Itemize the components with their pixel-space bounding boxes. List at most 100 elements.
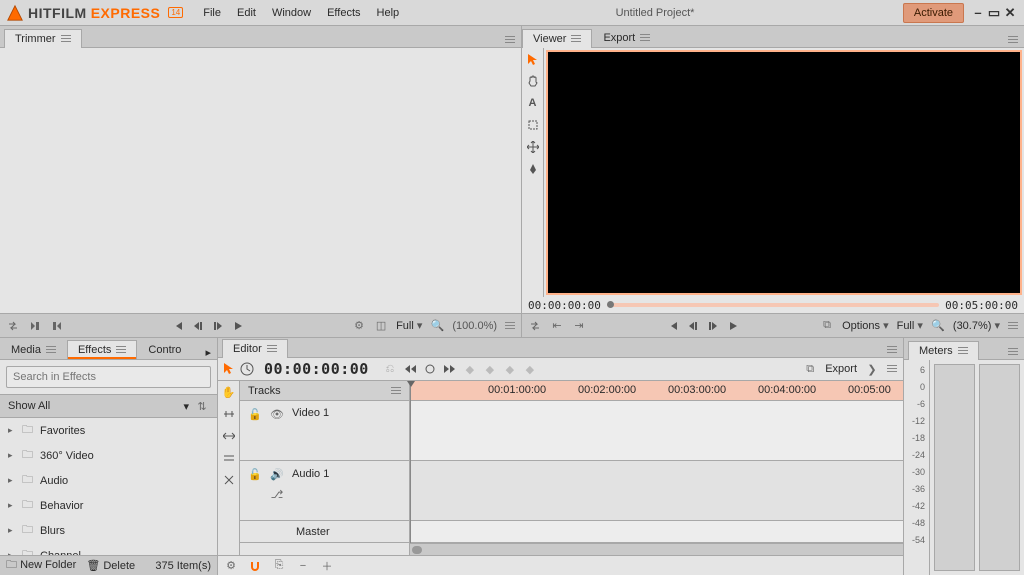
list-item[interactable]: ▸🗀Behavior [0, 493, 217, 518]
screenshot-icon[interactable]: ⧉ [820, 319, 834, 333]
sort-icon[interactable]: ⇅ [195, 399, 209, 413]
out-point-icon[interactable]: ⇥ [572, 319, 586, 333]
slice-tool-icon[interactable] [222, 407, 236, 421]
rate-tool-icon[interactable] [222, 473, 236, 487]
marker-prev-icon[interactable]: ◆ [463, 362, 477, 376]
viewer-full-dropdown[interactable]: Full ▾ [897, 319, 923, 332]
track-lane-master[interactable] [410, 521, 903, 543]
activate-button[interactable]: Activate [903, 3, 964, 23]
meters-panel-menu[interactable] [1002, 347, 1024, 359]
play-icon[interactable] [231, 319, 245, 333]
marker-set-icon[interactable]: ◆ [483, 362, 497, 376]
slip-tool-icon[interactable] [222, 429, 236, 443]
list-item[interactable]: ▸🗀Blurs [0, 518, 217, 543]
move-tool-icon[interactable] [526, 140, 540, 154]
track-header-audio[interactable]: 🔓 🔊 Audio 1 ⎇ [240, 461, 409, 521]
window-minimize[interactable]: – [970, 5, 986, 20]
undo-history-icon[interactable]: ⎌ [383, 362, 397, 376]
timeline-scrollbar[interactable] [410, 543, 903, 555]
new-folder-button[interactable]: 🗀 New Folder [6, 556, 76, 575]
track-header-master[interactable]: Master [240, 521, 409, 543]
hand-tool-icon[interactable]: ✋ [222, 385, 236, 399]
media-tab[interactable]: Media [0, 340, 67, 359]
hand-tool-icon[interactable] [526, 74, 540, 88]
menu-effects[interactable]: Effects [319, 3, 368, 23]
loop-icon[interactable] [6, 319, 20, 333]
list-item[interactable]: ▸🗀Favorites [0, 418, 217, 443]
ffwd-icon[interactable] [443, 362, 457, 376]
viewer-panel-menu[interactable] [1002, 35, 1024, 47]
marker-add-icon[interactable]: ◆ [523, 362, 537, 376]
zoom-out-icon[interactable]: − [296, 559, 310, 573]
hamburger-icon[interactable] [640, 34, 650, 42]
library-scroll-right[interactable]: ▸ [199, 346, 217, 359]
magnify-icon[interactable]: 🔍 [931, 319, 945, 333]
editor-tab[interactable]: Editor [222, 339, 288, 358]
ratio-icon[interactable]: ◫ [374, 319, 388, 333]
in-point-icon[interactable]: ⇤ [550, 319, 564, 333]
effects-tab[interactable]: Effects [67, 340, 137, 359]
eye-icon[interactable]: 👁 [270, 407, 284, 421]
step-fwd-icon[interactable] [211, 319, 225, 333]
step-fwd-icon[interactable] [706, 319, 720, 333]
in-point-icon[interactable] [28, 319, 42, 333]
snap-icon[interactable] [248, 559, 262, 573]
hamburger-icon[interactable] [887, 365, 897, 373]
menu-help[interactable]: Help [369, 3, 408, 23]
window-maximize[interactable]: ▭ [986, 5, 1002, 21]
select-tool-icon[interactable] [526, 52, 540, 66]
viewer-canvas[interactable] [546, 50, 1022, 295]
list-item[interactable]: ▸🗀360° Video [0, 443, 217, 468]
track-lane-audio[interactable] [410, 461, 903, 521]
export-button[interactable]: Export [825, 363, 857, 375]
marker-next-icon[interactable]: ◆ [503, 362, 517, 376]
crop-tool-icon[interactable] [526, 118, 540, 132]
menu-window[interactable]: Window [264, 3, 319, 23]
magnify-icon[interactable]: 🔍 [430, 319, 444, 333]
stop-icon[interactable] [423, 362, 437, 376]
menu-file[interactable]: File [195, 3, 229, 23]
viewer-tab[interactable]: Viewer [522, 29, 592, 48]
list-item[interactable]: ▸🗀Audio [0, 468, 217, 493]
gear-icon[interactable]: ⚙ [224, 559, 238, 573]
chevron-right-icon[interactable]: ❯ [865, 362, 879, 376]
speaker-icon[interactable]: 🔊 [270, 467, 284, 481]
hamburger-icon[interactable] [61, 35, 71, 43]
meters-tab[interactable]: Meters [908, 341, 979, 360]
editor-panel-menu[interactable] [881, 345, 903, 357]
lock-icon[interactable]: 🔓 [248, 407, 262, 421]
track-lane-video[interactable] [410, 401, 903, 461]
export-queue-icon[interactable]: ⧉ [803, 362, 817, 376]
export-tab[interactable]: Export [592, 28, 661, 47]
hamburger-icon[interactable] [505, 322, 515, 330]
go-start-icon[interactable] [171, 319, 185, 333]
hamburger-icon[interactable] [1008, 322, 1018, 330]
hamburger-icon[interactable] [391, 387, 401, 395]
text-tool-icon[interactable]: A [526, 96, 540, 110]
timeline-ruler[interactable]: 00:01:00:00 00:02:00:00 00:03:00:00 00:0… [410, 381, 903, 401]
playhead[interactable] [410, 381, 411, 555]
controls-tab[interactable]: Controls [137, 340, 183, 359]
editor-current-time[interactable]: 00:00:00:00 [264, 360, 369, 378]
viewer-options-dropdown[interactable]: Options ▾ [842, 319, 889, 332]
select-tool-icon[interactable] [222, 361, 236, 375]
progress-knob[interactable] [607, 301, 614, 308]
go-start-icon[interactable] [666, 319, 680, 333]
pen-tool-icon[interactable] [526, 162, 540, 176]
settings-icon[interactable]: ⚙ [352, 319, 366, 333]
window-close[interactable]: ✕ [1002, 5, 1018, 21]
menu-edit[interactable]: Edit [229, 3, 264, 23]
list-item[interactable]: ▸🗀Channel [0, 543, 217, 555]
loop-icon[interactable] [528, 319, 542, 333]
trimmer-panel-menu[interactable] [499, 35, 521, 47]
fx-icon[interactable]: ⎇ [270, 487, 284, 501]
ripple-tool-icon[interactable] [222, 451, 236, 465]
track-header-video[interactable]: 🔓 👁 Video 1 [240, 401, 409, 461]
zoom-in-icon[interactable]: ＋ [320, 559, 334, 573]
trimmer-zoom[interactable]: (100.0%) [452, 320, 497, 332]
timeline[interactable]: 00:01:00:00 00:02:00:00 00:03:00:00 00:0… [410, 381, 903, 555]
lock-icon[interactable]: 🔓 [248, 467, 262, 481]
viewer-progress[interactable] [607, 303, 939, 307]
trimmer-full-dropdown[interactable]: Full ▾ [396, 319, 422, 332]
trimmer-tab[interactable]: Trimmer [4, 29, 82, 48]
